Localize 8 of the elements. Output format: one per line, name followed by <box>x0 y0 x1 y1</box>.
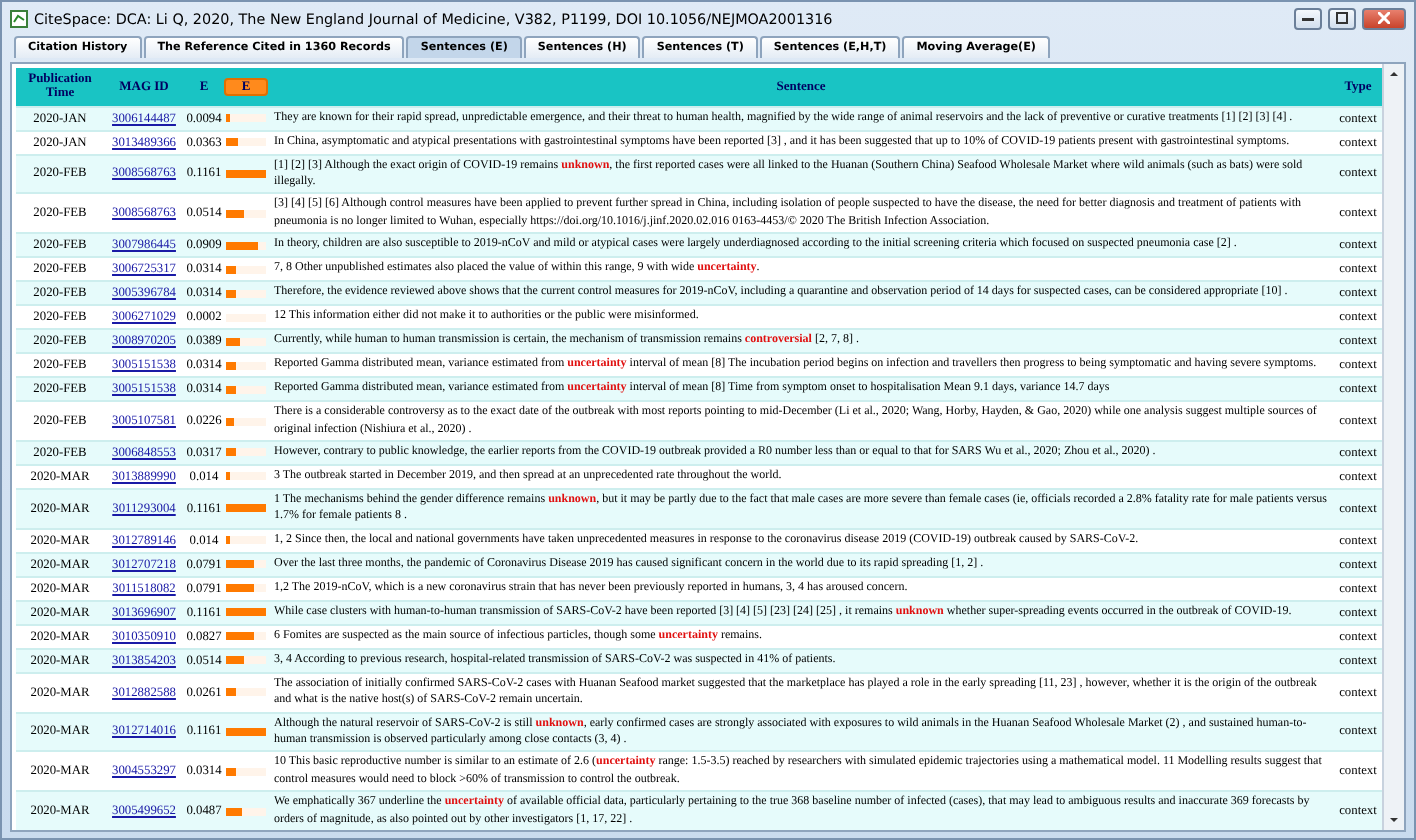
maximize-button[interactable] <box>1328 7 1356 29</box>
close-icon <box>1378 12 1390 24</box>
close-button[interactable] <box>1362 7 1406 29</box>
app-icon <box>10 9 28 27</box>
maximize-icon <box>1336 12 1348 24</box>
vertical-scrollbar[interactable] <box>1382 64 1404 830</box>
minimize-icon <box>1302 14 1314 22</box>
minimize-button[interactable] <box>1294 7 1322 29</box>
